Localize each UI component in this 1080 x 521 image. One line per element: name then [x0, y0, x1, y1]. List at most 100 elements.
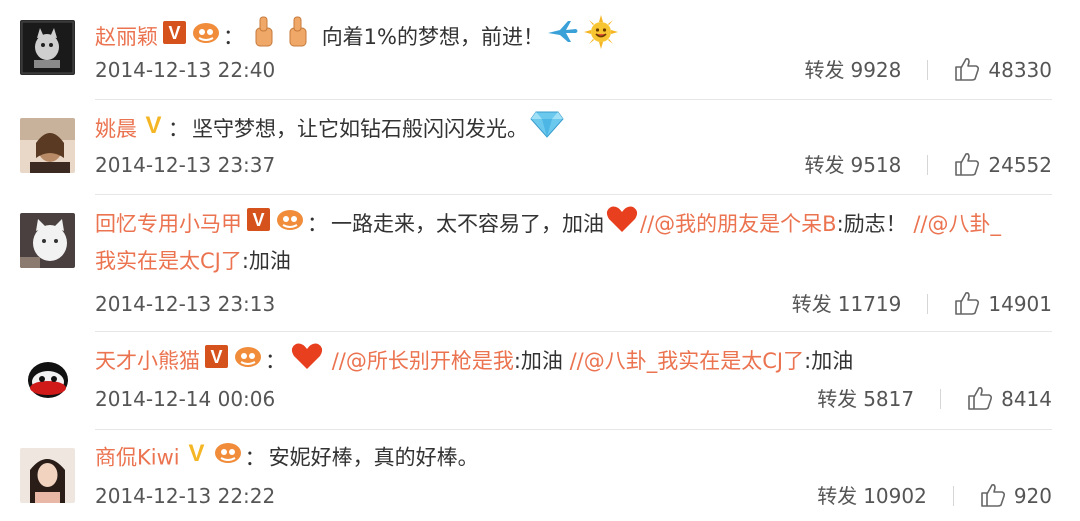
heart-icon — [606, 205, 638, 241]
comment-text: 坚守梦想，让它如钻石般闪闪发光。 — [192, 117, 528, 141]
like-button[interactable]: 24552 — [954, 152, 1052, 177]
divider — [927, 59, 929, 80]
repost-button[interactable]: 转发 9518 — [804, 153, 901, 177]
repost-button[interactable]: 转发 11719 — [792, 292, 902, 316]
comment-text: 向着1%的梦想，前进！ — [321, 25, 545, 49]
like-button[interactable]: 8414 — [967, 385, 1052, 411]
mention-link[interactable]: @所长别开枪是我 — [346, 349, 514, 373]
repost-button[interactable]: 转发 5817 — [817, 387, 914, 411]
repost-button[interactable]: 转发 9928 — [804, 58, 901, 82]
member-badge-icon — [213, 440, 243, 473]
comment-line: 商侃Kiwi V：安妮好棒，真的好棒。 — [95, 440, 1052, 475]
comment-line: 天才小熊猫 V： //@所长别开枪是我:加油 //@八卦_我实在是太CJ了:加油 — [95, 342, 1052, 380]
like-count: 48330 — [988, 58, 1052, 82]
sun-icon — [584, 15, 619, 57]
username-link[interactable]: 回忆专用小马甲 — [95, 212, 242, 236]
forward-prefix: // — [913, 212, 928, 236]
mention-link[interactable]: @八卦_ — [927, 212, 1001, 236]
avatar[interactable] — [20, 350, 75, 405]
repost-count: 9518 — [850, 153, 902, 177]
mention-link[interactable]: 我实在是太CJ了 — [95, 249, 242, 273]
repost-label: 转发 — [817, 484, 858, 508]
comment-meta: 2014-12-13 22:40 转发 9928 48330 — [95, 55, 1052, 85]
comment-item: 姚晨 V：坚守梦想，让它如钻石般闪闪发光。 2014-12-13 23:37 转发… — [0, 100, 1080, 195]
avatar[interactable] — [20, 213, 75, 268]
thumbs-up-outline-icon — [954, 56, 980, 82]
thumbs-up-outline-icon — [980, 482, 1006, 508]
avatar-cat-icon — [20, 213, 75, 268]
comment-text: :加油 — [241, 249, 291, 273]
comment-item: 赵丽颖 V： 向着1%的梦想，前进！ 2014-12-13 22:40 转发 992… — [0, 0, 1080, 100]
like-count: 8414 — [1001, 387, 1052, 411]
repost-label: 转发 — [817, 387, 858, 411]
repost-count: 11719 — [837, 292, 902, 316]
member-badge-icon — [233, 344, 263, 377]
verified-icon: V — [162, 20, 187, 53]
avatar-panda-icon — [20, 350, 75, 405]
forward-prefix: // — [640, 212, 655, 236]
mention-link[interactable]: @八卦_我实在是太CJ了 — [584, 349, 804, 373]
thumbs-up-outline-icon — [967, 385, 993, 411]
repost-count: 9928 — [850, 58, 902, 82]
comment-text: 一路走来，太不容易了，加油 — [331, 212, 604, 236]
comment-item: 商侃Kiwi V：安妮好棒，真的好棒。 2014-12-13 22:22 转发 10… — [0, 430, 1080, 521]
member-badge-icon — [191, 20, 221, 53]
comment-text: :加油 — [513, 349, 563, 373]
like-button[interactable]: 920 — [980, 482, 1052, 508]
mention-link[interactable]: @我的朋友是个呆B — [654, 212, 836, 236]
like-button[interactable]: 14901 — [954, 290, 1052, 316]
divider — [927, 154, 929, 175]
heart-icon — [291, 342, 323, 378]
thumbs-up-icon — [283, 14, 313, 58]
verified-icon: V — [246, 207, 271, 240]
username-link[interactable]: 赵丽颖 — [95, 25, 158, 49]
like-button[interactable]: 48330 — [954, 56, 1052, 82]
svg-text:V: V — [168, 23, 180, 43]
timestamp: 2014-12-13 22:22 — [95, 484, 276, 508]
divider — [952, 485, 954, 506]
repost-count: 10902 — [863, 484, 927, 508]
avatar[interactable] — [20, 118, 75, 173]
comment-line: 回忆专用小马甲 V：一路走来，太不容易了，加油//@我的朋友是个呆B:励志！ //… — [95, 205, 1052, 243]
like-count: 24552 — [988, 153, 1052, 177]
repost-label: 转发 — [804, 58, 845, 82]
avatar[interactable] — [20, 20, 75, 75]
member-badge-icon — [275, 207, 305, 240]
comment-meta: 2014-12-13 23:13 转发 11719 14901 — [95, 289, 1052, 319]
comment-line: 我实在是太CJ了:加油 — [95, 246, 1052, 276]
repost-label: 转发 — [804, 153, 845, 177]
username-link[interactable]: 姚晨 — [95, 117, 137, 141]
avatar[interactable] — [20, 448, 75, 503]
divider — [927, 293, 929, 314]
verified-icon: V — [184, 440, 209, 473]
comment-meta: 2014-12-14 00:06 转发 5817 8414 — [95, 384, 1052, 414]
forward-prefix: // — [331, 349, 346, 373]
comment-text: 安妮好棒，真的好棒。 — [268, 445, 479, 470]
repost-button[interactable]: 转发 10902 — [817, 484, 927, 508]
comment-text: :加油 — [804, 349, 854, 373]
svg-text:V: V — [145, 112, 161, 137]
forward-prefix: // — [569, 349, 584, 373]
timestamp: 2014-12-14 00:06 — [95, 387, 276, 411]
comment-item: 回忆专用小马甲 V：一路走来，太不容易了，加油//@我的朋友是个呆B:励志！ //… — [0, 195, 1080, 332]
avatar-photo-icon — [20, 448, 75, 503]
comment-item: 天才小熊猫 V： //@所长别开枪是我:加油 //@八卦_我实在是太CJ了:加油 … — [0, 332, 1080, 430]
username-link[interactable]: 商侃Kiwi — [95, 446, 180, 470]
comment-meta: 2014-12-13 22:22 转发 10902 920 — [95, 481, 1052, 511]
svg-text:V: V — [210, 347, 222, 367]
comment-line: 姚晨 V：坚守梦想，让它如钻石般闪闪发光。 — [95, 111, 1052, 148]
thumbs-up-outline-icon — [954, 290, 980, 316]
comment-line: 赵丽颖 V： 向着1%的梦想，前进！ — [95, 14, 1052, 60]
comment-meta: 2014-12-13 23:37 转发 9518 24552 — [95, 150, 1052, 180]
timestamp: 2014-12-13 22:40 — [95, 58, 276, 82]
username-link[interactable]: 天才小熊猫 — [95, 349, 200, 373]
like-count: 14901 — [988, 292, 1052, 316]
svg-text:V: V — [252, 210, 264, 230]
verified-icon: V — [204, 344, 229, 377]
repost-label: 转发 — [791, 292, 832, 316]
timestamp: 2014-12-13 23:37 — [95, 153, 276, 177]
repost-count: 5817 — [863, 387, 915, 411]
timestamp: 2014-12-13 23:13 — [95, 292, 276, 316]
avatar-cartoon-icon — [20, 20, 75, 75]
avatar-photo-icon — [20, 118, 75, 173]
